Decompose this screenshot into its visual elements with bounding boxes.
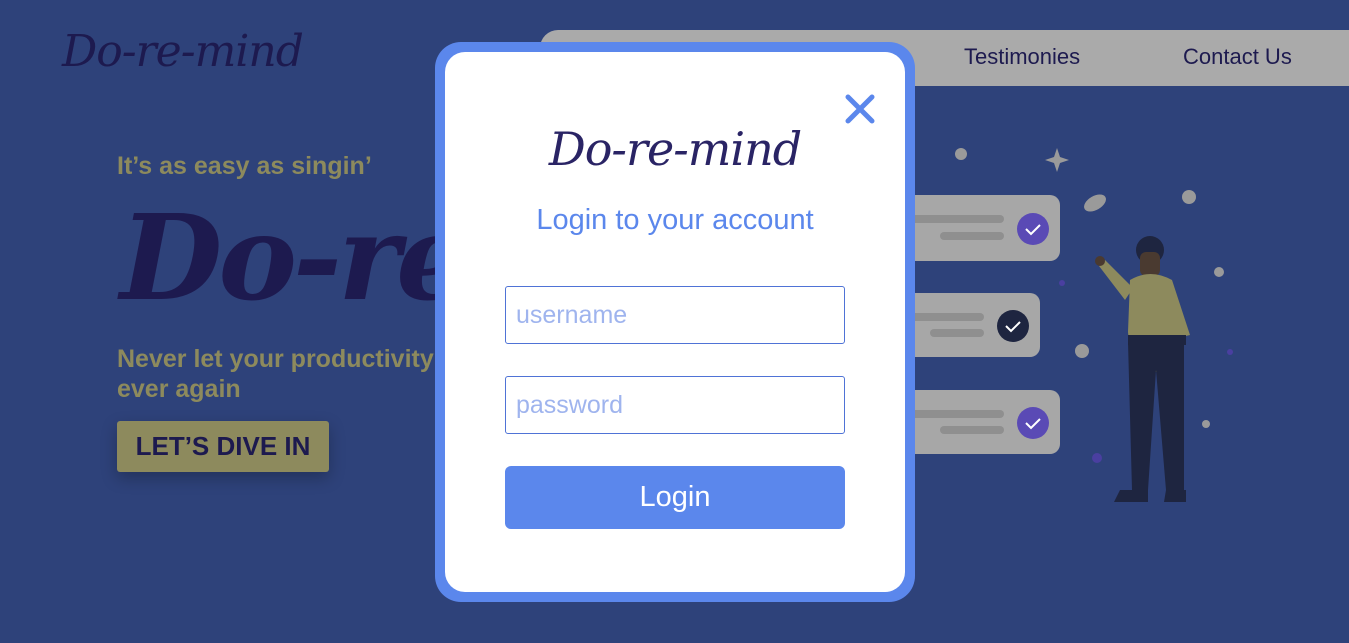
modal-logo: Do-re-mind [548,122,802,176]
login-modal-card: Do-re-mind Login to your account Login [445,52,905,592]
nav-link-contact-us[interactable]: Contact Us [1183,44,1292,70]
task-card-2 [900,293,1040,357]
task-card-3 [900,390,1060,454]
check-icon [997,310,1029,342]
hero-subtitle: Never let your productivity ever again [117,345,434,403]
login-modal: Do-re-mind Login to your account Login [435,42,915,602]
check-icon [1017,407,1049,439]
person-figure [1095,236,1190,502]
check-icon [1017,213,1049,245]
close-button[interactable] [843,92,877,126]
site-logo[interactable]: Do-re-mind [62,26,304,77]
password-input[interactable] [505,376,845,434]
checklist-illustration [900,148,1233,502]
modal-heading: Login to your account [536,204,814,236]
hero-tagline: It’s as easy as singin’ [117,152,372,180]
close-icon [845,94,875,124]
login-button[interactable]: Login [505,466,845,529]
username-input[interactable] [505,286,845,344]
nav-link-testimonies[interactable]: Testimonies [964,44,1080,70]
dive-in-button[interactable]: LET’S DIVE IN [117,421,329,472]
task-card-1 [900,195,1060,261]
